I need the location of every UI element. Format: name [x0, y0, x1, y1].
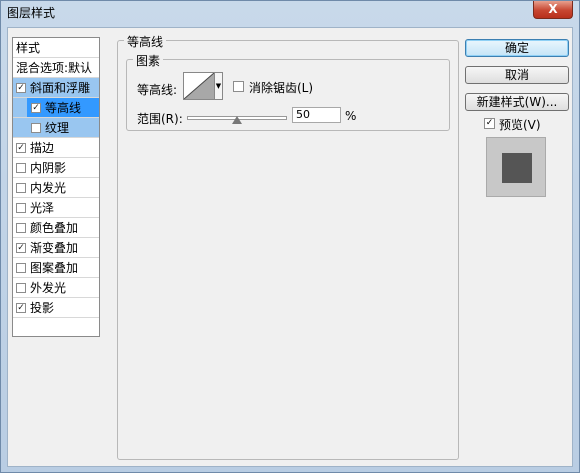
- range-label: 范围(R):: [137, 112, 183, 126]
- stroke-checkbox[interactable]: ✓: [16, 143, 26, 153]
- sidebar-item-label: 内发光: [30, 181, 67, 195]
- contour-group: 等高线 图素 等高线: ▼ 消除锯齿(L) 范围(R): 50 %: [117, 33, 459, 460]
- sidebar-item-satin[interactable]: 光泽: [13, 198, 99, 218]
- texture-checkbox[interactable]: [31, 123, 41, 133]
- sidebar-item-outer-glow[interactable]: 外发光: [13, 278, 99, 298]
- contour-checkbox[interactable]: ✓: [31, 103, 41, 113]
- layer-style-dialog: 图层样式 X 样式 混合选项:默认 ✓ 斜面和浮雕 ✓ 等高线 纹理 ✓ 描边 …: [0, 0, 580, 473]
- sidebar-item-label: 光泽: [30, 201, 55, 215]
- range-unit: %: [345, 109, 357, 123]
- sidebar-item-stroke[interactable]: ✓ 描边: [13, 138, 99, 158]
- sidebar-item-label: 投影: [30, 301, 55, 315]
- drop-shadow-checkbox[interactable]: ✓: [16, 303, 26, 313]
- gradient-overlay-checkbox[interactable]: ✓: [16, 243, 26, 253]
- sidebar-item-label: 渐变叠加: [30, 241, 79, 255]
- sidebar-item-label: 外发光: [30, 281, 67, 295]
- outer-glow-checkbox[interactable]: [16, 283, 26, 293]
- inner-shadow-checkbox[interactable]: [16, 163, 26, 173]
- sidebar-item-contour-row: ✓ 等高线: [13, 98, 99, 118]
- sidebar-item-color-overlay[interactable]: 颜色叠加: [13, 218, 99, 238]
- sidebar-item-label: 描边: [30, 141, 55, 155]
- range-input[interactable]: 50: [292, 107, 341, 123]
- contour-group-title: 等高线: [124, 33, 167, 50]
- styles-header[interactable]: 样式: [13, 38, 99, 58]
- styles-header-label: 样式: [16, 41, 41, 55]
- bevel-emboss-checkbox[interactable]: ✓: [16, 83, 26, 93]
- sidebar-item-label: 斜面和浮雕: [30, 81, 91, 95]
- sidebar-item-pattern-overlay[interactable]: 图案叠加: [13, 258, 99, 278]
- dialog-client-area: 样式 混合选项:默认 ✓ 斜面和浮雕 ✓ 等高线 纹理 ✓ 描边 内阴影 内发光…: [7, 27, 573, 467]
- sidebar-item-inner-glow[interactable]: 内发光: [13, 178, 99, 198]
- window-title: 图层样式: [7, 6, 56, 20]
- blend-options-label: 混合选项:默认: [16, 61, 93, 75]
- contour-picker[interactable]: [183, 72, 215, 100]
- sidebar-item-label: 颜色叠加: [30, 221, 79, 235]
- pattern-overlay-checkbox[interactable]: [16, 263, 26, 273]
- elements-group-title: 图素: [133, 52, 164, 69]
- style-preview: [486, 137, 546, 197]
- preview-swatch: [502, 153, 532, 183]
- preview-checkbox[interactable]: ✓: [484, 118, 495, 129]
- sidebar-item-label: 内阴影: [30, 161, 67, 175]
- anti-alias-label: 消除锯齿(L): [249, 81, 314, 95]
- sidebar-item-bevel-emboss[interactable]: ✓ 斜面和浮雕: [13, 78, 99, 98]
- sidebar-item-gradient-overlay[interactable]: ✓ 渐变叠加: [13, 238, 99, 258]
- style-list: 样式 混合选项:默认 ✓ 斜面和浮雕 ✓ 等高线 纹理 ✓ 描边 内阴影 内发光…: [12, 37, 100, 337]
- contour-dropdown-arrow[interactable]: ▼: [214, 72, 223, 100]
- sidebar-item-texture[interactable]: 纹理: [13, 118, 99, 138]
- satin-checkbox[interactable]: [16, 203, 26, 213]
- sidebar-item-inner-shadow[interactable]: 内阴影: [13, 158, 99, 178]
- contour-curve-icon: [183, 72, 215, 100]
- preview-label: 预览(V): [499, 118, 541, 132]
- blend-options-item[interactable]: 混合选项:默认: [13, 58, 99, 78]
- ok-button[interactable]: 确定: [465, 39, 569, 57]
- inner-glow-checkbox[interactable]: [16, 183, 26, 193]
- close-button[interactable]: X: [533, 1, 573, 19]
- sidebar-item-label: 纹理: [45, 121, 70, 135]
- title-bar[interactable]: 图层样式 X: [1, 1, 579, 23]
- color-overlay-checkbox[interactable]: [16, 223, 26, 233]
- sidebar-item-contour[interactable]: ✓ 等高线: [27, 98, 99, 117]
- range-slider-thumb[interactable]: [232, 116, 242, 124]
- cancel-button[interactable]: 取消: [465, 66, 569, 84]
- sidebar-item-label: 图案叠加: [30, 261, 79, 275]
- contour-label: 等高线:: [137, 83, 178, 97]
- elements-group: 图素 等高线: ▼ 消除锯齿(L) 范围(R): 50 %: [126, 52, 450, 131]
- anti-alias-checkbox[interactable]: [233, 81, 244, 92]
- new-style-button[interactable]: 新建样式(W)...: [465, 93, 569, 111]
- sidebar-item-drop-shadow[interactable]: ✓ 投影: [13, 298, 99, 318]
- sidebar-item-label: 等高线: [45, 101, 82, 115]
